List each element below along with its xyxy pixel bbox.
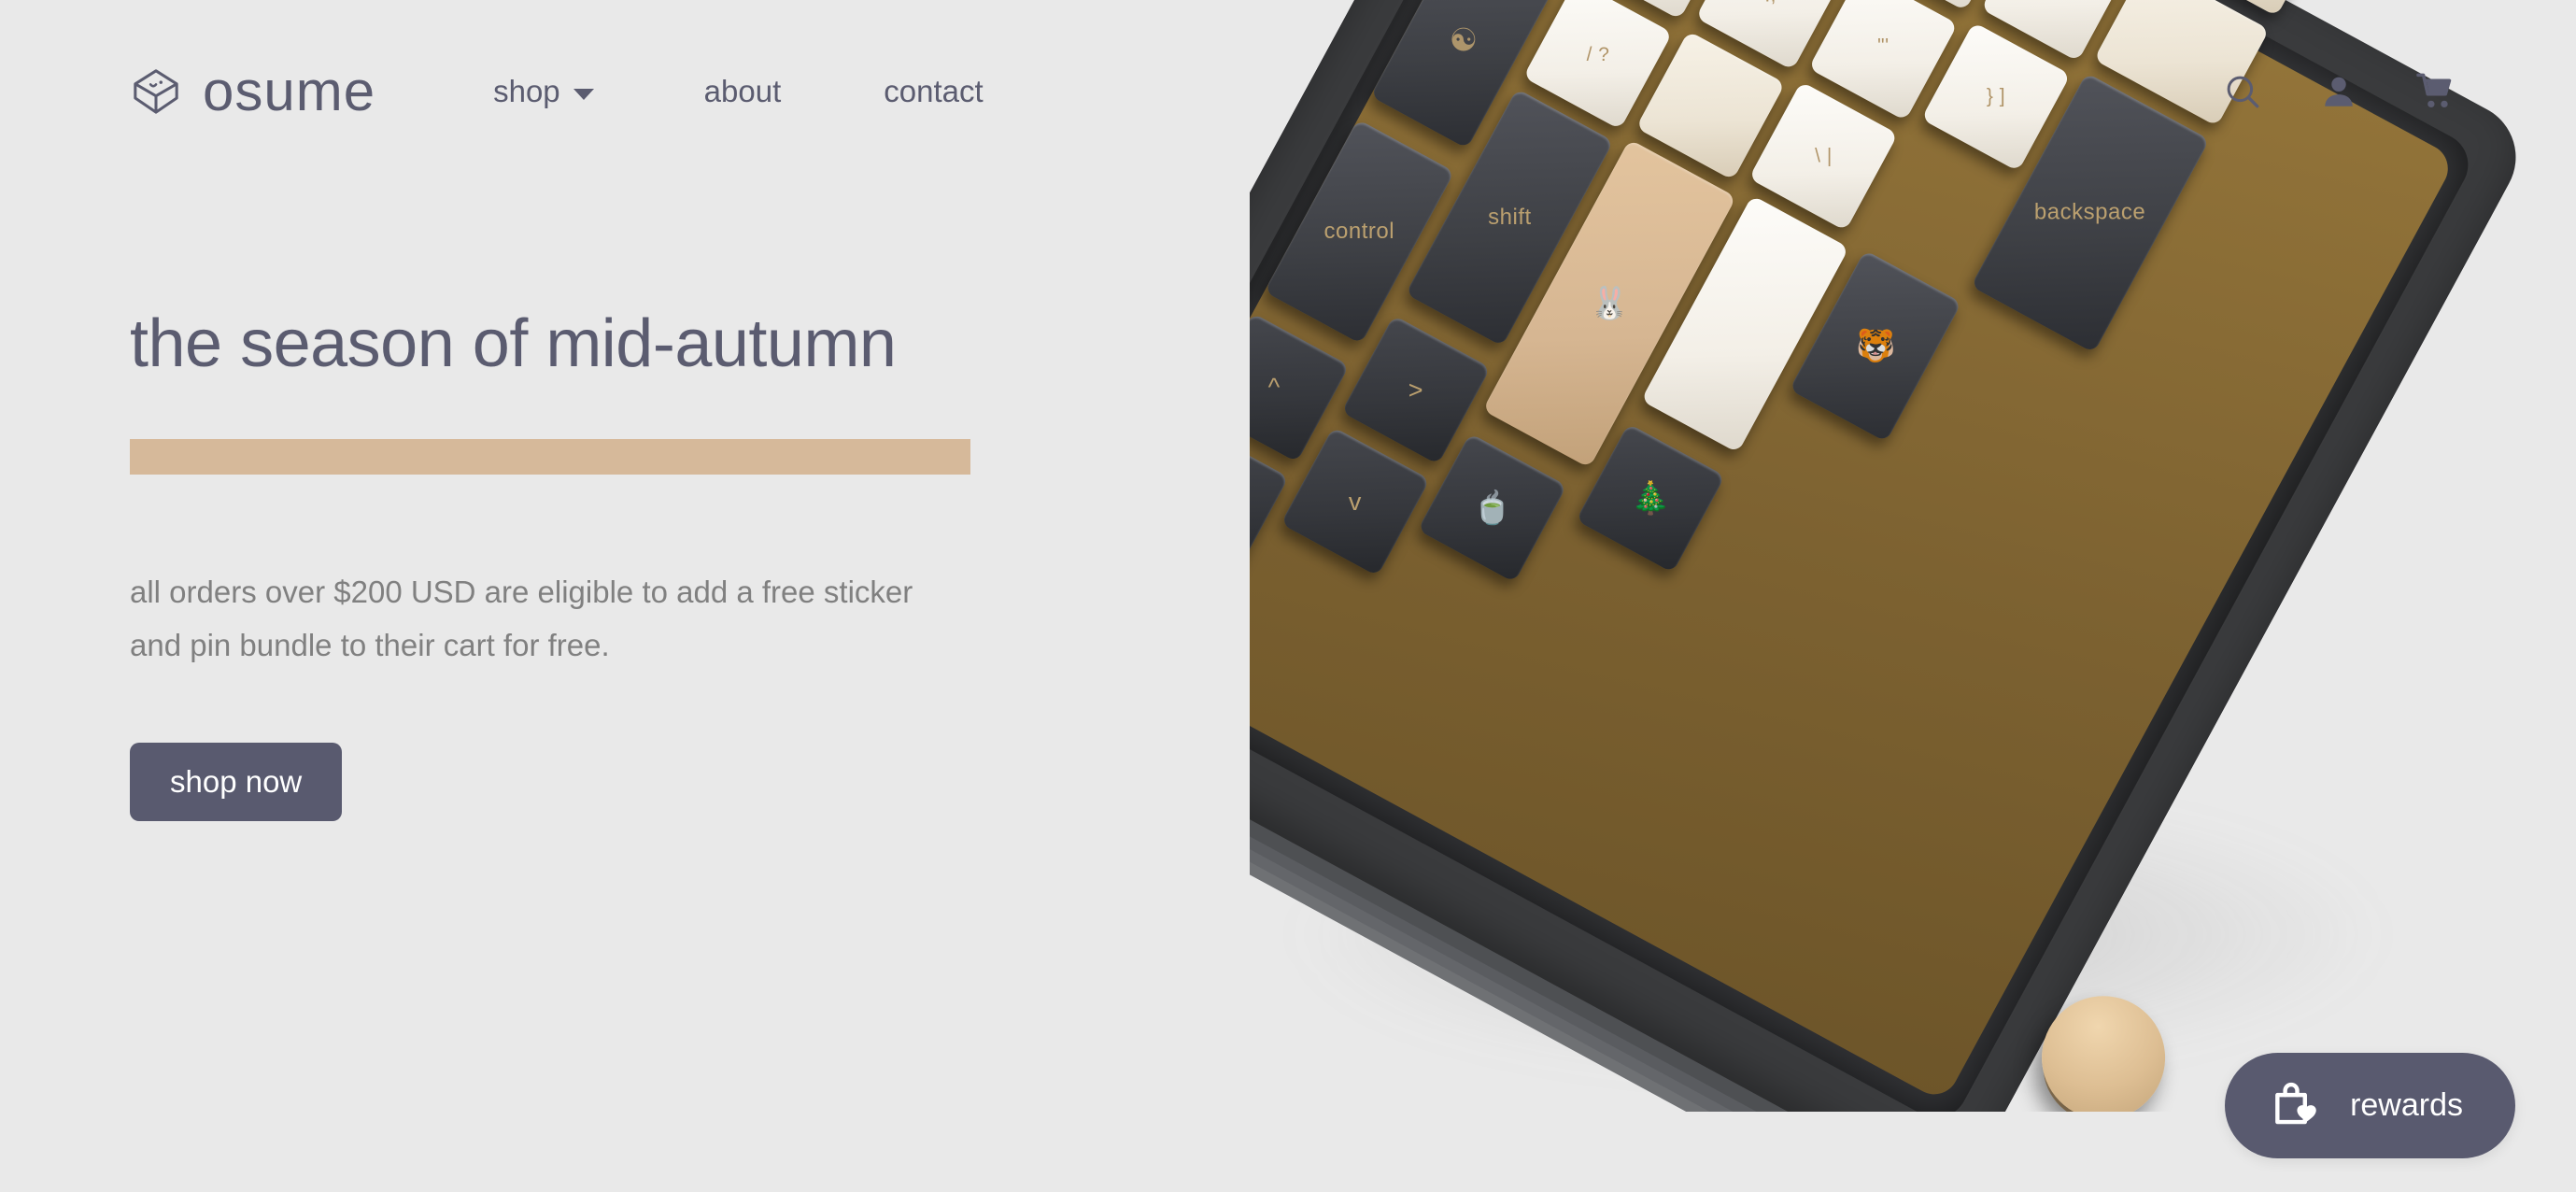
rewards-label: rewards bbox=[2350, 1087, 2463, 1123]
nav-item-label: contact bbox=[884, 74, 984, 108]
shop-now-button[interactable]: shop now bbox=[130, 743, 343, 822]
keycap-legend: shift bbox=[1487, 204, 1532, 230]
hero-accent-bar bbox=[130, 438, 970, 475]
keycap bbox=[1640, 194, 1849, 453]
keycap-arrow-down: v bbox=[1281, 426, 1431, 576]
site-header: osume shop about contact bbox=[0, 0, 2576, 183]
nav-item-label: shop bbox=[493, 74, 560, 108]
keycap-pumpkin-icon: 🎄 bbox=[1630, 480, 1671, 517]
chevron-down-icon bbox=[573, 88, 594, 100]
keycap-legend: > bbox=[1408, 375, 1424, 404]
keycap-arrow-up: ^ bbox=[1250, 312, 1350, 462]
brand-logo[interactable]: osume bbox=[130, 64, 375, 120]
rewards-button[interactable]: rewards bbox=[2225, 1053, 2515, 1158]
keycap-rabbit-icon: 🐯 bbox=[1855, 328, 1896, 364]
cart-icon[interactable] bbox=[2415, 71, 2456, 112]
keycap-legend: backspace bbox=[2034, 199, 2146, 225]
hero-page: M K O O < L P { [ ☯ v :; "' } ] backspac… bbox=[0, 0, 2576, 1192]
nav-item-label: about bbox=[703, 74, 782, 108]
keycap-legend: control bbox=[1323, 218, 1395, 244]
brand-name: osume bbox=[203, 60, 376, 122]
keycap-mooncake-icon: 🍵 bbox=[1472, 490, 1513, 526]
keycap-bunny-icon: 🐰 bbox=[1589, 286, 1630, 322]
hero-content: the season of mid-autumn all orders over… bbox=[130, 306, 1176, 822]
keycap-arrow-right: > bbox=[1340, 315, 1491, 465]
shopping-bag-heart-icon bbox=[2275, 1082, 2316, 1124]
keycap-arrow-left: < bbox=[1250, 424, 1289, 575]
nav-item-about[interactable]: about bbox=[704, 61, 782, 122]
keycap-novelty-rabbit: 🐯 bbox=[1789, 249, 1962, 443]
nav-item-shop[interactable]: shop bbox=[493, 61, 594, 122]
hero-title: the season of mid-autumn bbox=[130, 306, 897, 381]
keycap-novelty-bunny: 🐰 bbox=[1482, 138, 1737, 469]
search-icon[interactable] bbox=[2223, 72, 2262, 111]
keycap-smiley-icon bbox=[134, 69, 178, 114]
account-icon[interactable] bbox=[2319, 72, 2358, 111]
keyboard-ground-shadow bbox=[1287, 794, 2389, 1074]
hero-body-text: all orders over $200 USD are eligible to… bbox=[130, 574, 913, 662]
header-actions bbox=[2223, 71, 2456, 112]
nav-item-contact[interactable]: contact bbox=[884, 61, 983, 122]
keycap-legend: ^ bbox=[1268, 373, 1281, 402]
keycap-novelty-pumpkin: 🎄 bbox=[1576, 423, 1726, 574]
main-nav: shop about contact bbox=[493, 61, 984, 122]
rotary-knob bbox=[2019, 973, 2187, 1112]
keycap-novelty-mooncake: 🍵 bbox=[1417, 433, 1567, 583]
keycap-legend: v bbox=[1349, 487, 1363, 516]
